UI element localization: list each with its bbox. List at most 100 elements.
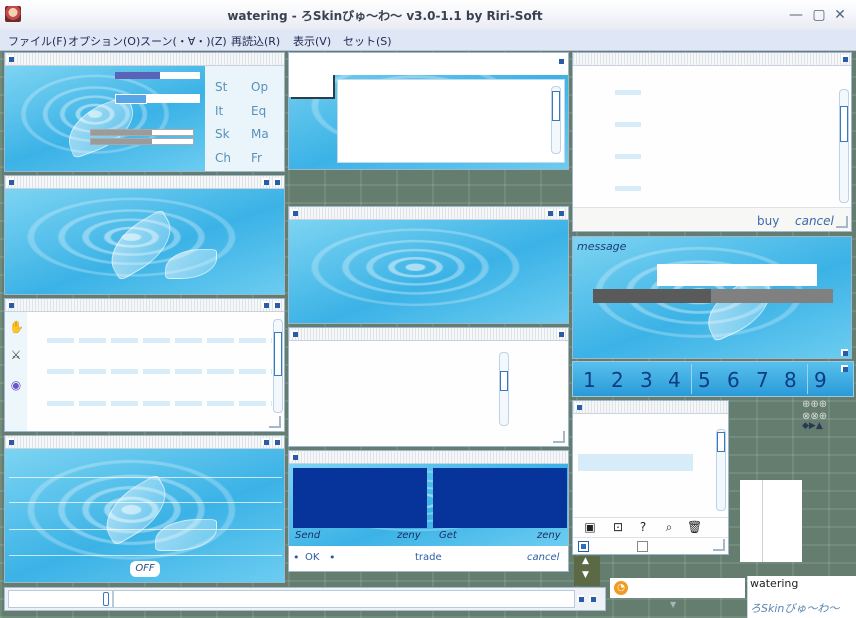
orb-icon[interactable]: ◉ [9,378,23,392]
maximize-button[interactable]: ▢ [808,5,830,25]
collapse-icon[interactable] [7,301,14,308]
item-slot[interactable] [289,53,333,97]
close-icon[interactable] [557,209,564,216]
list-scrollbar[interactable] [499,352,509,426]
trash-icon[interactable]: 🗑 [687,520,702,534]
skill-row[interactable] [47,338,272,343]
collapse-icon[interactable] [7,55,14,62]
hand-icon[interactable]: ✋ [9,320,24,334]
skill-row[interactable] [47,401,272,406]
skill-scrollbar[interactable] [273,319,283,413]
shop-item-row[interactable] [615,154,641,159]
option-checkbox[interactable] [578,541,589,552]
collapse-icon[interactable] [291,330,298,337]
chat-target-input[interactable] [8,590,113,608]
friend-button-fr[interactable]: Fr [251,151,262,165]
trade-cancel-button[interactable]: cancel [527,552,559,563]
chat-button-ch[interactable]: Ch [215,151,231,165]
ripple-window-header[interactable] [289,207,568,220]
storage-list[interactable] [337,79,565,163]
minimize-icon[interactable] [262,438,269,445]
menu-view[interactable]: 表示(V) [293,33,331,49]
close-icon[interactable] [557,330,564,337]
arrow-icon[interactable]: ◆▶▲ [802,421,823,431]
menu-zoom[interactable]: スーン(・∀・)(Z) [140,33,227,49]
party-scrollbar[interactable] [716,429,726,511]
resize-handle[interactable] [713,539,725,551]
minimize-icon[interactable] [546,209,553,216]
hotkey-2[interactable]: 2 [611,368,624,392]
skill-button-sk[interactable]: Sk [215,127,230,141]
shop-cancel-button[interactable]: cancel [795,214,834,228]
resize-handle[interactable] [836,216,848,228]
skill-window-header[interactable] [5,299,284,312]
scroll-control[interactable]: ▲ ▼ [574,556,600,586]
picture-window-header[interactable] [5,176,284,189]
resize-handle[interactable] [553,431,565,443]
shop-window-header[interactable] [573,53,851,66]
close-button[interactable]: ✕ [829,5,851,25]
collapse-icon[interactable] [291,453,298,460]
message-input[interactable] [657,264,817,286]
scroll-thumb[interactable] [500,371,508,391]
hotkey-9[interactable]: 9 [814,368,827,392]
menu-reload[interactable]: 再読込(R) [231,33,280,49]
shop-scrollbar[interactable] [839,89,849,203]
party-window-header[interactable] [573,401,728,414]
party-member-row[interactable] [578,454,693,471]
stat-button-st[interactable]: St [215,80,227,94]
hotkey-3[interactable]: 3 [640,368,653,392]
close-icon[interactable] [273,178,280,185]
scroll-thumb[interactable] [552,91,560,121]
ok-button[interactable]: OK [305,552,319,563]
hotkey-7[interactable]: 7 [756,368,769,392]
collapse-icon[interactable] [7,438,14,445]
map-button-ma[interactable]: Ma [251,127,269,141]
trade-window-header[interactable] [289,451,568,464]
help-icon[interactable]: ? [636,520,650,534]
hotkey-6[interactable]: 6 [727,368,740,392]
resize-icon[interactable] [841,349,848,356]
option-checkbox[interactable] [637,541,648,552]
menu-set[interactable]: セット(S) [343,33,392,49]
compass-icon[interactable]: ⊕⊕⊕ [802,399,827,410]
scroll-thumb[interactable] [717,432,725,452]
hotkey-5[interactable]: 5 [698,368,711,392]
collapse-icon[interactable] [575,403,582,410]
guild-bar[interactable]: ◔ [610,578,745,598]
item-button-it[interactable]: It [215,104,223,118]
equip-button-eq[interactable]: Eq [251,104,266,118]
minimize-button[interactable]: — [785,5,807,25]
option-button-op[interactable]: Op [251,80,268,94]
shop-item-row[interactable] [615,186,641,191]
chat-option-icon[interactable] [577,595,584,602]
compass-widget[interactable]: ⊕⊕⊕ ⊗⊗⊕ ◆▶▲ [800,399,840,433]
guild-icon[interactable]: ◔ [614,581,628,595]
shop-item-row[interactable] [615,90,641,95]
hotkey-8[interactable]: 8 [784,368,797,392]
hotkey-1[interactable]: 1 [583,368,596,392]
close-icon[interactable] [273,438,280,445]
chat-slider[interactable] [103,592,109,606]
get-item-area[interactable] [433,468,567,528]
hotbar-expand-icon[interactable] [841,365,848,372]
search-icon[interactable]: ⌕ [662,520,676,534]
buy-button[interactable]: buy [757,214,779,228]
scroll-thumb[interactable] [274,332,282,376]
collapse-icon[interactable] [291,209,298,216]
trade-button[interactable]: trade [415,552,442,563]
scroll-thumb[interactable] [840,106,848,142]
up-arrow-icon[interactable]: ▲ [582,556,589,566]
chat-option-icon[interactable] [589,595,596,602]
info-icon[interactable]: ▣ [583,520,597,534]
chat-icon[interactable]: ⊡ [611,520,625,534]
status-window-header[interactable] [5,53,284,66]
down-arrow-icon[interactable]: ▼ [582,570,589,580]
send-item-area[interactable] [293,468,427,528]
shop-item-row[interactable] [615,122,641,127]
close-icon[interactable] [273,301,280,308]
off-toggle[interactable]: OFF [130,561,160,577]
skill-row[interactable] [47,369,272,374]
collapse-icon[interactable] [7,178,14,185]
emotion-window-header[interactable] [5,436,284,449]
